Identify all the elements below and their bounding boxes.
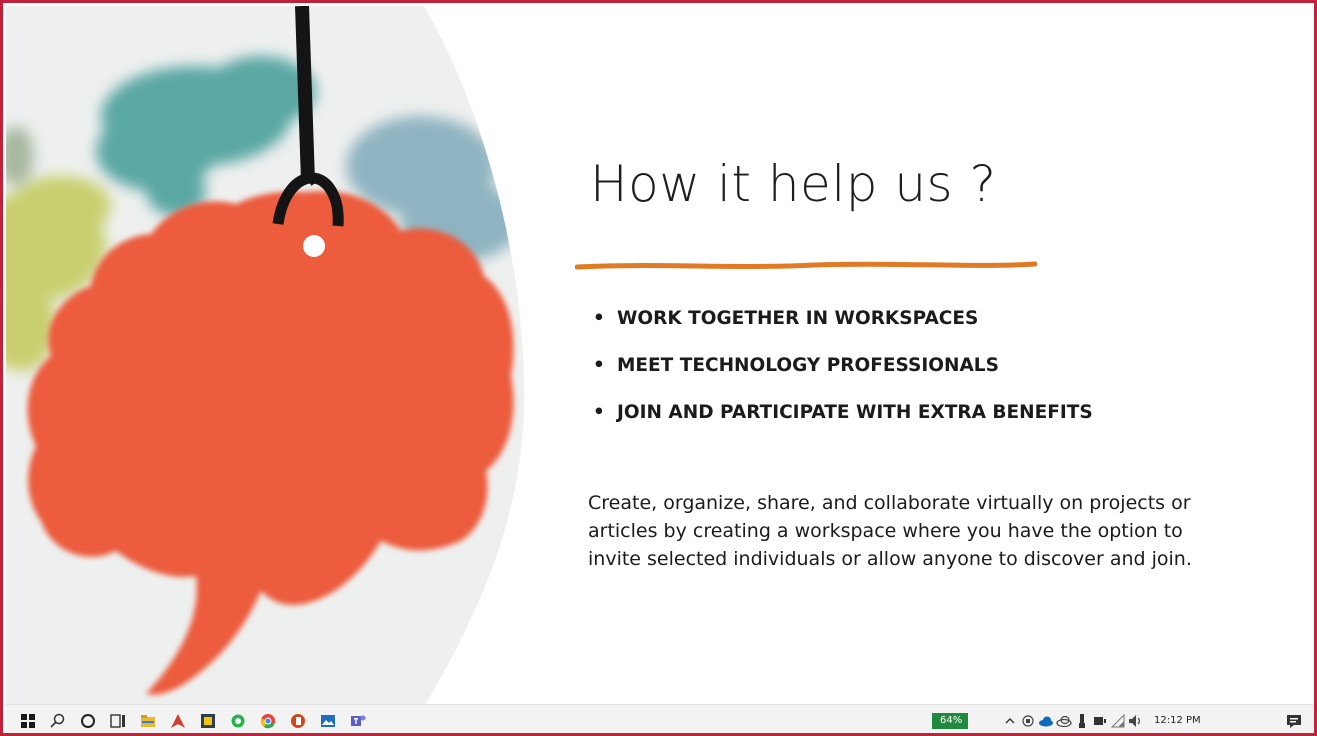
slide-title: How it help us ? (590, 155, 997, 213)
file-explorer-icon[interactable] (140, 713, 156, 729)
app-icon[interactable] (230, 713, 246, 729)
network-icon[interactable] (1110, 713, 1126, 729)
bullet-item: • MEET TECHNOLOGY PROFESSIONALS (593, 350, 1093, 397)
slide-body-text: Create, organize, share, and collaborate… (588, 492, 1192, 570)
battery-indicator[interactable]: 64% (932, 713, 968, 729)
display-icon[interactable] (1092, 713, 1108, 729)
cortana-icon[interactable] (80, 713, 96, 729)
app-icon[interactable] (170, 713, 186, 729)
bullet-text: MEET TECHNOLOGY PROFESSIONALS (617, 355, 999, 376)
app-icon[interactable] (200, 713, 216, 729)
bullet-text: WORK TOGETHER IN WORKSPACES (617, 308, 979, 329)
taskbar: 64% 12:12 PM (6, 704, 1314, 733)
task-view-icon[interactable] (110, 713, 126, 729)
search-icon[interactable] (50, 713, 66, 729)
taskbar-clock[interactable]: 12:12 PM (1154, 715, 1201, 726)
windows-start-icon[interactable] (20, 713, 36, 729)
bullet-marker: • (593, 355, 605, 376)
onedrive-icon[interactable] (1038, 713, 1054, 729)
title-underline (575, 261, 1037, 270)
app-icon[interactable] (320, 713, 336, 729)
bullet-text: JOIN AND PARTICIPATE WITH EXTRA BENEFITS (617, 402, 1093, 423)
bullet-item: • JOIN AND PARTICIPATE WITH EXTRA BENEFIT… (593, 397, 1093, 444)
chevron-up-icon[interactable] (1002, 713, 1018, 729)
speech-bubble-illustration (6, 6, 525, 704)
tray-app-icon[interactable] (1020, 713, 1036, 729)
powerpoint-icon[interactable] (290, 713, 306, 729)
usb-icon[interactable] (1074, 713, 1090, 729)
battery-percent: 64% (940, 715, 963, 726)
onedrive-icon[interactable] (1056, 713, 1072, 729)
bullet-marker: • (593, 402, 605, 423)
notification-icon[interactable] (1286, 713, 1302, 729)
chrome-icon[interactable] (260, 713, 276, 729)
bullet-item: • WORK TOGETHER IN WORKSPACES (593, 303, 1093, 350)
bullet-marker: • (593, 308, 605, 329)
bullet-list: • WORK TOGETHER IN WORKSPACES • MEET TECHN… (593, 303, 1093, 444)
volume-icon[interactable] (1128, 713, 1144, 729)
slide-frame: How it help us ? • WORK TOGETHER IN WORKS… (0, 0, 1317, 736)
slide-image (6, 6, 526, 704)
teams-icon[interactable] (350, 713, 366, 729)
